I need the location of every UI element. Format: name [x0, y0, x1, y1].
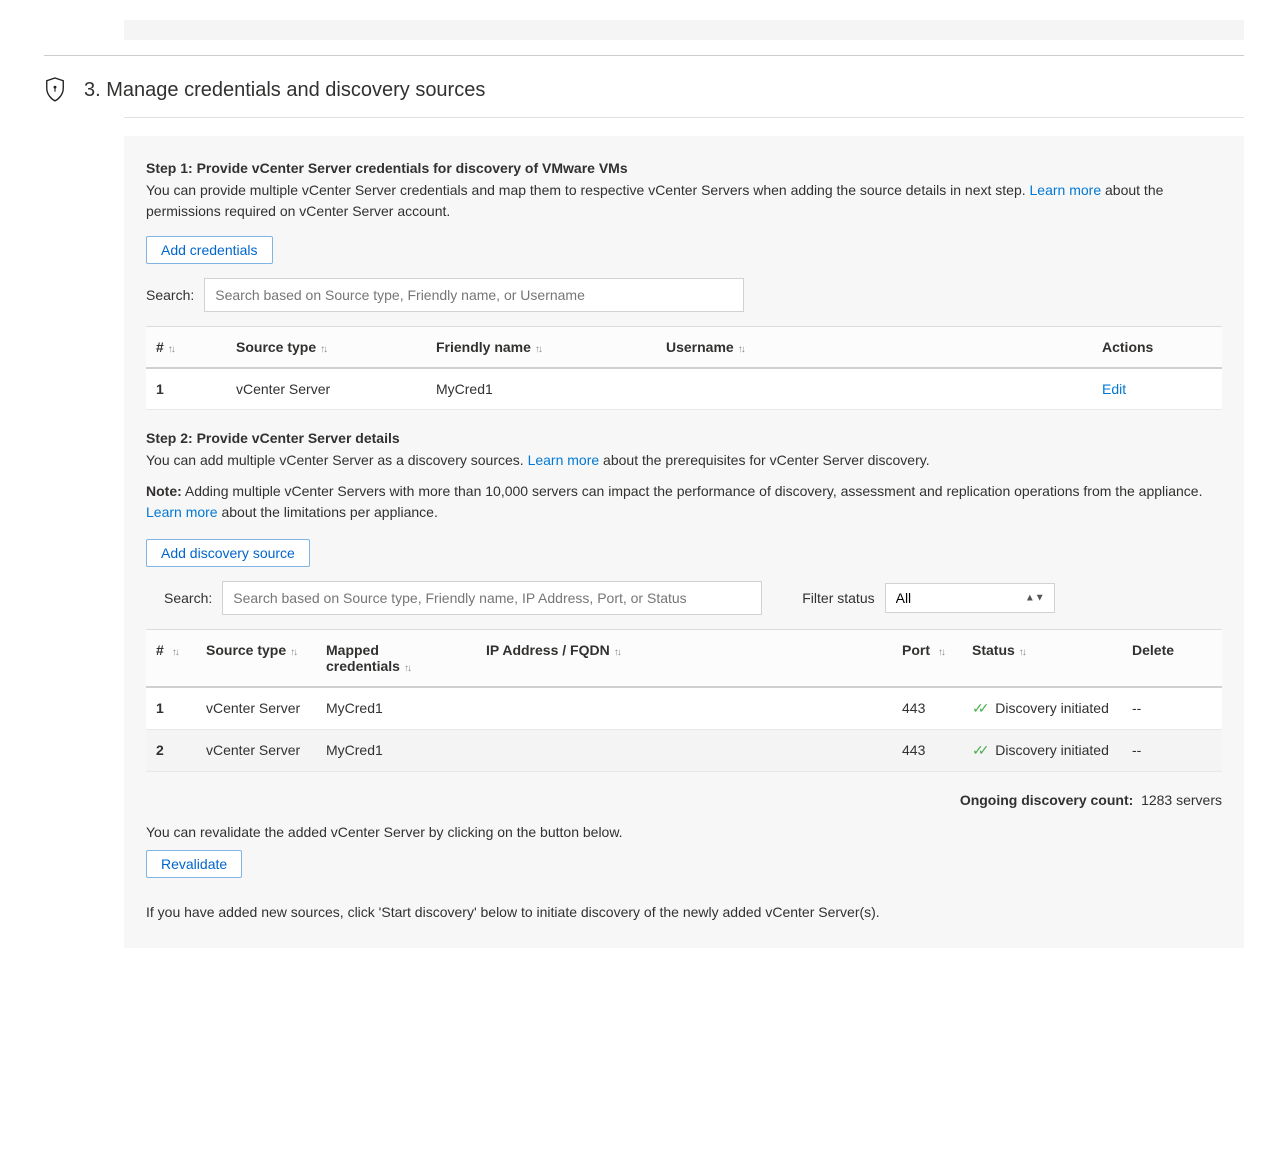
col-status[interactable]: Status↑↓: [962, 630, 1122, 688]
sort-icon: ↑↓: [1019, 647, 1025, 658]
cell-mapped: MyCred1: [316, 730, 476, 772]
cell-idx: 1: [146, 368, 226, 410]
cell-friendlyname: MyCred1: [426, 368, 656, 410]
col-idx[interactable]: #↑↓: [146, 327, 226, 369]
revalidate-description: You can revalidate the added vCenter Ser…: [146, 824, 1222, 840]
step2-description: You can add multiple vCenter Server as a…: [146, 450, 1222, 471]
step1-desc-a: You can provide multiple vCenter Server …: [146, 182, 1030, 198]
col-friendlyname[interactable]: Friendly name↑↓: [426, 327, 656, 369]
step1-description: You can provide multiple vCenter Server …: [146, 180, 1222, 222]
table-row: 2 vCenter Server MyCred1 443 ✓✓ Discover…: [146, 730, 1222, 772]
note-b: about the limitations per appliance.: [218, 504, 438, 520]
credentials-table: #↑↓ Source type↑↓ Friendly name↑↓ Userna…: [146, 326, 1222, 410]
cell-idx: 2: [146, 730, 196, 772]
note-label: Note:: [146, 483, 182, 499]
table-row: 1 vCenter Server MyCred1 443 ✓✓ Discover…: [146, 687, 1222, 730]
cell-ip: [476, 687, 892, 730]
col-mapped[interactable]: Mapped credentials↑↓: [316, 630, 476, 688]
step1-search-label: Search:: [146, 287, 194, 303]
cell-sourcetype: vCenter Server: [196, 687, 316, 730]
step2-search-input[interactable]: [222, 581, 762, 615]
sort-icon: ↑↓: [404, 663, 410, 674]
section-header: 3. Manage credentials and discovery sour…: [44, 76, 1244, 105]
table-row: 1 vCenter Server MyCred1 Edit: [146, 368, 1222, 410]
sort-icon: ↑↓: [535, 344, 541, 355]
top-band: [124, 20, 1244, 40]
step1-title: Step 1: Provide vCenter Server credentia…: [146, 160, 1222, 176]
step2-learnmore2-link[interactable]: Learn more: [146, 504, 218, 520]
sort-icon: ↑↓: [168, 344, 174, 355]
step1-search-row: Search:: [146, 278, 1222, 312]
cell-mapped: MyCred1: [316, 687, 476, 730]
add-discovery-source-button[interactable]: Add discovery source: [146, 539, 310, 567]
check-icon: ✓✓: [972, 742, 983, 758]
check-icon: ✓✓: [972, 700, 983, 716]
step2-note: Note: Adding multiple vCenter Servers wi…: [146, 481, 1222, 523]
discovery-count-row: Ongoing discovery count: 1283 servers: [146, 792, 1222, 808]
step2-learnmore-link[interactable]: Learn more: [528, 452, 600, 468]
filter-status-label: Filter status: [802, 590, 874, 606]
sort-icon: ↑↓: [290, 647, 296, 658]
col-sourcetype[interactable]: Source type↑↓: [196, 630, 316, 688]
revalidate-button[interactable]: Revalidate: [146, 850, 242, 878]
sort-icon: ↑↓: [320, 344, 326, 355]
col-delete: Delete: [1122, 630, 1222, 688]
filter-status-select[interactable]: All: [885, 583, 1055, 613]
step2-desc-b: about the prerequisites for vCenter Serv…: [599, 452, 929, 468]
step1-learnmore-link[interactable]: Learn more: [1030, 182, 1102, 198]
cell-idx: 1: [146, 687, 196, 730]
sort-icon: ↑↓: [172, 647, 178, 658]
sort-icon: ↑↓: [738, 344, 744, 355]
cell-ip: [476, 730, 892, 772]
step2-title: Step 2: Provide vCenter Server details: [146, 430, 1222, 446]
start-discovery-description: If you have added new sources, click 'St…: [146, 904, 1222, 920]
cell-delete: --: [1122, 687, 1222, 730]
sort-icon: ↑↓: [938, 647, 944, 658]
sort-icon: ↑↓: [614, 647, 620, 658]
col-username[interactable]: Username↑↓: [656, 327, 1092, 369]
section-title-text: Manage credentials and discovery sources: [106, 79, 485, 101]
cell-sourcetype: vCenter Server: [196, 730, 316, 772]
section-title: 3. Manage credentials and discovery sour…: [84, 79, 485, 102]
cell-port: 443: [892, 730, 962, 772]
top-divider: [44, 55, 1244, 56]
discovery-count-value: 1283 servers: [1141, 792, 1222, 808]
step2-desc-a: You can add multiple vCenter Server as a…: [146, 452, 528, 468]
sources-table: # ↑↓ Source type↑↓ Mapped credentials↑↓ …: [146, 629, 1222, 772]
section-underline: [124, 117, 1244, 118]
cell-delete: --: [1122, 730, 1222, 772]
cell-port: 443: [892, 687, 962, 730]
col-ip[interactable]: IP Address / FQDN↑↓: [476, 630, 892, 688]
cell-username: [656, 368, 1092, 410]
step2-search-row: Search: Filter status All ▲▼: [164, 581, 1222, 615]
col-idx[interactable]: # ↑↓: [146, 630, 196, 688]
add-credentials-button[interactable]: Add credentials: [146, 236, 273, 264]
cell-status: ✓✓ Discovery initiated: [962, 730, 1122, 772]
col-sourcetype[interactable]: Source type↑↓: [226, 327, 426, 369]
note-a: Adding multiple vCenter Servers with mor…: [182, 483, 1203, 499]
main-panel: Step 1: Provide vCenter Server credentia…: [124, 136, 1244, 948]
edit-link[interactable]: Edit: [1102, 381, 1126, 397]
col-port[interactable]: Port ↑↓: [892, 630, 962, 688]
discovery-count-label: Ongoing discovery count:: [960, 792, 1133, 808]
cell-sourcetype: vCenter Server: [226, 368, 426, 410]
shield-icon: [44, 76, 66, 105]
col-actions: Actions: [1092, 327, 1222, 369]
step2-search-label: Search:: [164, 590, 212, 606]
cell-status: ✓✓ Discovery initiated: [962, 687, 1122, 730]
section-number: 3.: [84, 79, 101, 101]
step1-search-input[interactable]: [204, 278, 744, 312]
